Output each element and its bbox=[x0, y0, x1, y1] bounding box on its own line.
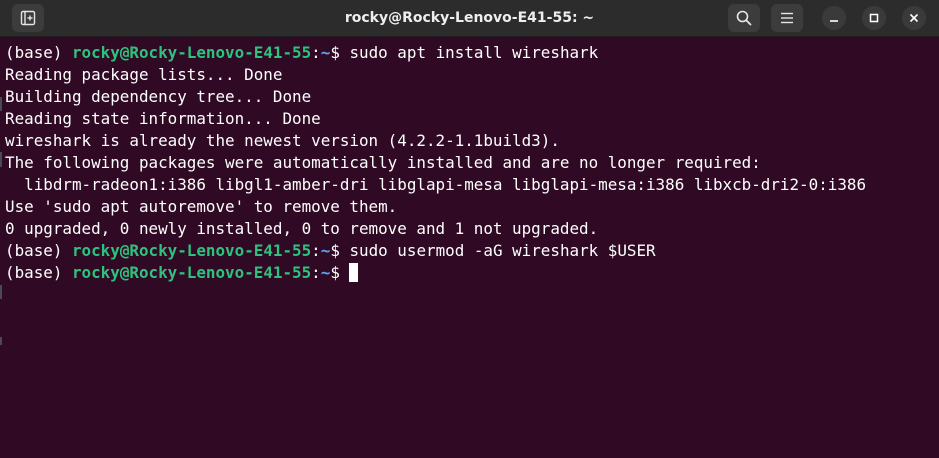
output-line: Reading package lists... Done bbox=[5, 65, 283, 84]
output-line: The following packages were automaticall… bbox=[5, 153, 761, 172]
window-edge-artifact bbox=[0, 337, 2, 345]
prompt-path: ~ bbox=[320, 43, 331, 62]
prompt-line: (base) rocky@Rocky-Lenovo-E41-55:~$ bbox=[5, 262, 359, 284]
prompt-env: (base) bbox=[5, 241, 72, 260]
prompt-env: (base) bbox=[5, 43, 72, 62]
prompt-colon: : bbox=[311, 43, 321, 62]
output-line: Reading state information... Done bbox=[5, 109, 321, 128]
prompt-line: (base) rocky@Rocky-Lenovo-E41-55:~$ sudo… bbox=[5, 42, 598, 64]
window-edge-artifact bbox=[0, 285, 2, 299]
minimize-icon bbox=[829, 13, 839, 23]
search-icon bbox=[736, 10, 752, 26]
text-cursor bbox=[349, 263, 359, 282]
maximize-button[interactable] bbox=[862, 6, 886, 30]
title-bar: rocky@Rocky-Lenovo-E41-55: ~ bbox=[0, 0, 939, 37]
close-icon bbox=[909, 13, 919, 23]
prompt-path: ~ bbox=[320, 241, 331, 260]
minimize-button[interactable] bbox=[822, 6, 846, 30]
prompt-symbol: $ bbox=[330, 241, 350, 260]
prompt-path: ~ bbox=[320, 263, 331, 282]
prompt-colon: : bbox=[311, 241, 321, 260]
prompt-user-host: rocky@Rocky-Lenovo-E41-55 bbox=[71, 43, 312, 62]
output-line: Building dependency tree... Done bbox=[5, 87, 312, 106]
maximize-icon bbox=[869, 13, 879, 23]
prompt-symbol: $ bbox=[330, 263, 350, 282]
output-line: libdrm-radeon1:i386 libgl1-amber-dri lib… bbox=[5, 175, 867, 194]
prompt-user-host: rocky@Rocky-Lenovo-E41-55 bbox=[71, 241, 312, 260]
terminal-window: rocky@Rocky-Lenovo-E41-55: ~ (base) rock… bbox=[0, 0, 939, 458]
prompt-colon: : bbox=[311, 263, 321, 282]
prompt-user-host: rocky@Rocky-Lenovo-E41-55 bbox=[71, 263, 312, 282]
close-button[interactable] bbox=[902, 6, 926, 30]
terminal-output-area[interactable]: (base) rocky@Rocky-Lenovo-E41-55:~$ sudo… bbox=[0, 37, 939, 458]
hamburger-menu-icon bbox=[780, 11, 794, 25]
prompt-symbol: $ bbox=[330, 43, 350, 62]
prompt-line: (base) rocky@Rocky-Lenovo-E41-55:~$ sudo… bbox=[5, 240, 656, 262]
command-text: sudo usermod -aG wireshark $USER bbox=[349, 241, 656, 260]
output-line: wireshark is already the newest version … bbox=[5, 131, 560, 150]
window-edge-artifact bbox=[0, 97, 2, 111]
menu-button[interactable] bbox=[771, 4, 803, 32]
prompt-env: (base) bbox=[5, 263, 72, 282]
command-text: sudo apt install wireshark bbox=[349, 43, 599, 62]
output-line: 0 upgraded, 0 newly installed, 0 to remo… bbox=[5, 219, 599, 238]
output-line: Use 'sudo apt autoremove' to remove them… bbox=[5, 197, 398, 216]
search-button[interactable] bbox=[728, 4, 760, 32]
window-edge-artifact bbox=[0, 152, 2, 167]
